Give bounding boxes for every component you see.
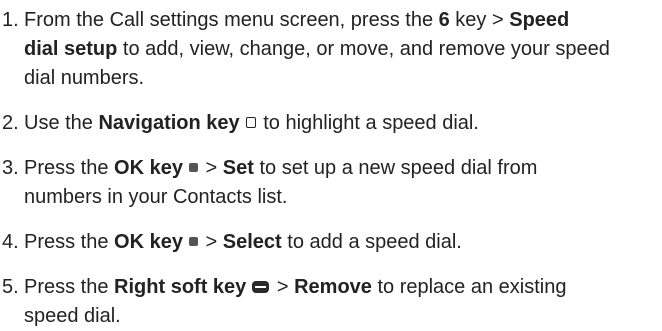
step-text: Use the <box>24 112 99 134</box>
step-4: 4. Press the OK key > Select to add a sp… <box>0 228 662 257</box>
step-number: 5. <box>2 276 19 298</box>
ok-key-icon <box>188 163 198 173</box>
step-3: 3. Press the OK key > Set to set up a ne… <box>0 154 662 212</box>
menu-option: Select <box>222 231 282 253</box>
step-text: to set up a new speed dial from <box>253 157 538 179</box>
step-text: > <box>199 231 223 253</box>
step-text: dial numbers. <box>24 67 145 89</box>
key-name: OK key <box>114 157 183 179</box>
step-text: key > <box>449 9 510 31</box>
step-1: 1. From the Call settings menu screen, p… <box>0 6 662 93</box>
step-5: 5. Press the Right soft key > Remove to … <box>0 273 662 331</box>
step-number: 1. <box>2 9 19 31</box>
key-name: Navigation key <box>98 112 240 134</box>
step-number: 2. <box>2 112 19 134</box>
instruction-list: 1. From the Call settings menu screen, p… <box>0 0 662 331</box>
key-name: 6 <box>438 9 450 31</box>
step-text: Press the <box>24 276 115 298</box>
key-name: Right soft key <box>114 276 247 298</box>
step-text: Press the <box>24 231 115 253</box>
step-text: to highlight a speed dial. <box>257 112 479 134</box>
menu-option: dial setup <box>24 38 118 60</box>
right-soft-key-icon <box>252 280 270 293</box>
step-text: > <box>271 276 295 298</box>
menu-option: Remove <box>294 276 372 298</box>
step-text: numbers in your Contacts list. <box>24 186 288 208</box>
step-2: 2. Use the Navigation key to highlight a… <box>0 109 662 138</box>
ok-key-icon <box>188 237 198 247</box>
navigation-key-icon <box>245 117 256 129</box>
step-text: to add, view, change, or move, and remov… <box>117 38 610 60</box>
step-text: > <box>199 157 223 179</box>
menu-option: Speed <box>509 9 570 31</box>
step-text: to replace an existing <box>371 276 567 298</box>
step-text: speed dial. <box>24 305 121 327</box>
step-number: 4. <box>2 231 19 253</box>
step-text: Press the <box>24 157 115 179</box>
step-text: From the Call settings menu screen, pres… <box>24 9 439 31</box>
step-text: to add a speed dial. <box>281 231 462 253</box>
step-number: 3. <box>2 157 19 179</box>
key-name: OK key <box>114 231 183 253</box>
menu-option: Set <box>222 157 254 179</box>
